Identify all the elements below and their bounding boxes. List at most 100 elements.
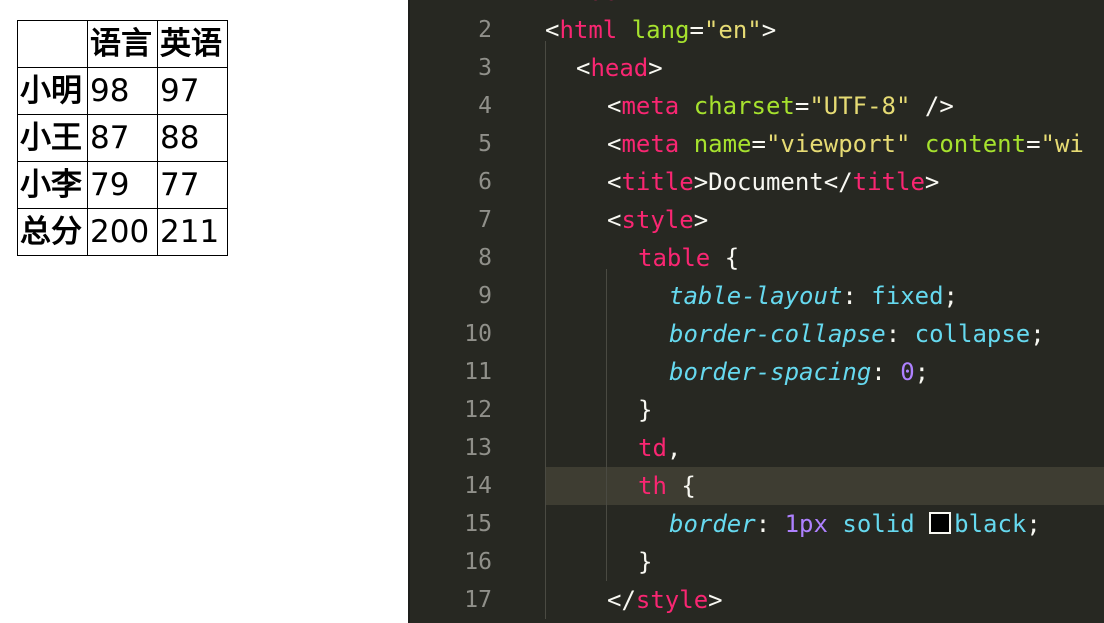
- code-token: !DOCTYPE html: [559, 0, 747, 6]
- code-token: title: [852, 168, 925, 196]
- table-header-chinese: 语言: [87, 20, 158, 68]
- line-number: 13: [464, 435, 492, 461]
- code-token: meta: [621, 92, 680, 120]
- code-editor[interactable]: 1<!DOCTYPE html>2<html lang="en">3<head>…: [408, 0, 1104, 623]
- line-number: 1: [408, 0, 492, 11]
- code-line-8[interactable]: 8 table {: [408, 239, 1104, 277]
- code-token: :: [842, 282, 872, 310]
- code-line-10[interactable]: 10 border-collapse: collapse;: [408, 315, 1104, 353]
- code-token: title: [621, 168, 694, 196]
- code-text: border: 1px solid black;: [545, 505, 1104, 543]
- code-token: lang: [631, 16, 690, 44]
- code-token: <: [607, 92, 622, 120]
- browser-preview: 语言 英语 小明 98 97 小王 87 88 小李 79 77 总分 200 …: [0, 0, 408, 623]
- code-line-14[interactable]: 14 th {: [408, 467, 1104, 505]
- color-swatch-icon: [929, 512, 952, 534]
- chinese-score-cell: 87: [87, 114, 158, 162]
- code-token: =: [689, 16, 704, 44]
- code-token: }: [638, 396, 653, 424]
- code-token: <: [607, 130, 622, 158]
- code-token: charset: [693, 92, 795, 120]
- code-text: <style>: [545, 201, 1104, 239]
- code-token: 1px: [784, 510, 828, 538]
- code-token: :: [885, 320, 915, 348]
- code-line-3[interactable]: 3 <head>: [408, 49, 1104, 87]
- code-text: table {: [545, 239, 1104, 277]
- chinese-score-cell: 79: [87, 161, 158, 209]
- code-token: >: [747, 0, 761, 6]
- code-text: td,: [545, 429, 1104, 467]
- score-table: 语言 英语 小明 98 97 小王 87 88 小李 79 77 总分 200 …: [17, 20, 228, 256]
- line-number: 10: [464, 321, 492, 347]
- code-token: style: [635, 586, 709, 614]
- code-line-5[interactable]: 5 <meta name="viewport" content="wi: [408, 125, 1104, 163]
- code-line-1[interactable]: 1 <!DOCTYPE html>: [408, 0, 1104, 11]
- code-text: </style>: [545, 581, 1104, 619]
- code-token: <: [607, 168, 622, 196]
- code-token: "UTF-8": [809, 92, 911, 120]
- code-token: :: [755, 510, 785, 538]
- code-token: ,: [666, 434, 682, 462]
- code-line-4[interactable]: 4 <meta charset="UTF-8" />: [408, 87, 1104, 125]
- indent-guide: [606, 269, 607, 581]
- line-number: 17: [464, 587, 492, 613]
- code-token: =: [1026, 130, 1041, 158]
- code-line-6[interactable]: 6 <title>Document</title>: [408, 163, 1104, 201]
- line-number: 7: [478, 207, 492, 233]
- code-token: =: [794, 92, 810, 120]
- code-token: {: [666, 472, 696, 500]
- line-number: 9: [478, 283, 492, 309]
- code-token: style: [621, 206, 694, 234]
- code-token: table: [638, 244, 711, 272]
- code-line-11[interactable]: 11 border-spacing: 0;: [408, 353, 1104, 391]
- code-text: <head>: [545, 49, 1104, 87]
- code-token: head: [590, 54, 649, 82]
- code-line-17[interactable]: 17 </style>: [408, 581, 1104, 619]
- code-line-15[interactable]: 15 border: 1px solid black;: [408, 505, 1104, 543]
- code-text: <html lang="en">: [545, 11, 1104, 49]
- code-token: td: [638, 434, 667, 462]
- code-token: :: [871, 358, 901, 386]
- code-line-12[interactable]: 12}: [408, 391, 1104, 429]
- code-token: >: [924, 168, 940, 196]
- code-line-7[interactable]: 7 <style>: [408, 201, 1104, 239]
- code-token: border: [669, 510, 756, 538]
- code-token: ;: [943, 282, 958, 310]
- chinese-score-cell: 98: [87, 67, 158, 115]
- code-token: ;: [1030, 320, 1045, 348]
- code-line-13[interactable]: 13 td,: [408, 429, 1104, 467]
- code-token: content: [924, 130, 1027, 158]
- code-text: table-layout: fixed;: [545, 277, 1104, 315]
- code-token: >: [648, 54, 663, 82]
- code-token: th: [638, 472, 667, 500]
- code-token: <: [576, 54, 591, 82]
- line-number: 16: [464, 549, 492, 575]
- table-header-corner: [17, 20, 88, 68]
- code-text: <meta name="viewport" content="wi: [545, 125, 1104, 163]
- code-token: >: [708, 586, 723, 614]
- line-number: 15: [464, 511, 492, 537]
- code-line-16[interactable]: 16}: [408, 543, 1104, 581]
- code-token: border-spacing: [669, 358, 872, 386]
- code-token: ;: [1026, 510, 1041, 538]
- code-token: collapse: [914, 320, 1031, 348]
- code-text: th {: [545, 467, 1104, 505]
- code-token: >: [693, 206, 709, 234]
- code-token: meta: [621, 130, 680, 158]
- code-token: </: [607, 586, 636, 614]
- line-number: 8: [478, 245, 492, 271]
- row-name-cell: 总分: [17, 208, 88, 256]
- code-line-2[interactable]: 2 <html lang="en">: [408, 11, 1104, 49]
- code-line-9[interactable]: 9 table-layout: fixed;: [408, 277, 1104, 315]
- code-token: <: [607, 206, 622, 234]
- code-token: table-layout: [669, 282, 843, 310]
- line-number: 6: [478, 169, 492, 195]
- line-number: 5: [478, 131, 492, 157]
- code-token: >Document</: [693, 168, 853, 196]
